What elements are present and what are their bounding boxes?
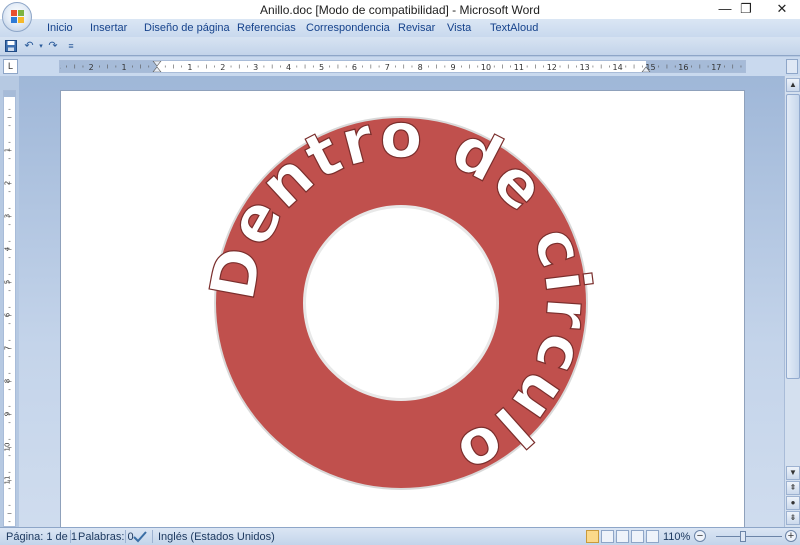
ruler-label: 3 [60,63,61,72]
horizontal-ruler-ticks: 3211234567891011121314151617 [60,61,742,72]
ruler-label: 9 [451,63,456,72]
vertical-scrollbar[interactable]: ▲ ▼ ⇞ ● ⇟ [784,76,800,527]
ruler-label: 7 [4,346,12,350]
office-logo-icon [11,10,25,24]
horizontal-ruler[interactable]: 3211234567891011121314151617 [59,60,746,73]
top-margin-region [4,91,15,97]
page-count[interactable]: Página: 1 de 1 [6,531,77,543]
document-page[interactable]: Dentro de circulo [60,90,745,530]
tab-revisar[interactable]: Revisar [398,22,435,34]
ruler-label: 8 [4,379,12,383]
horizontal-ruler-row: L 3211234567891011121314151617 [0,57,800,76]
draft-view-icon[interactable] [646,530,659,543]
ruler-label: 1 [122,63,127,72]
print-layout-view-icon[interactable] [586,530,599,543]
document-area: Dentro de circulo [19,76,784,530]
tab-textaloud[interactable]: TextAloud [490,22,538,34]
previous-page-icon[interactable]: ⇞ [786,481,800,495]
restore-button[interactable]: ❐ [728,0,764,19]
ruler-label: 10 [481,63,491,72]
title-bar: Anillo.doc [Modo de compatibilidad] - Mi… [0,0,800,19]
scroll-thumb[interactable] [786,94,800,379]
quick-access-toolbar: ↶ ▾ ↷ ≡ [0,37,800,56]
ruler-label: 14 [613,63,623,72]
proofing-icon[interactable] [133,531,147,545]
select-browse-object-icon[interactable]: ● [786,496,800,510]
ruler-label: 11 [514,63,524,72]
vertical-ruler-ticks: 1 2 3 4 5 6 7 8 9 10 11 [4,108,12,523]
ruler-label: 8 [418,63,423,72]
ruler-label: 2 [220,63,225,72]
ruler-label: 11 [4,476,12,485]
ruler-label: 7 [385,63,390,72]
redo-icon[interactable]: ↷ [46,40,60,53]
ruler-label: 13 [580,63,590,72]
tab-referencias[interactable]: Referencias [237,22,296,34]
tab-correspondencia[interactable]: Correspondencia [306,22,390,34]
full-screen-reading-view-icon[interactable] [601,530,614,543]
ruler-label: 4 [4,246,12,251]
next-page-icon[interactable]: ⇟ [786,511,800,525]
tab-insertar[interactable]: Insertar [90,22,127,34]
ruler-label: 12 [547,63,557,72]
ruler-label: 17 [711,63,721,72]
scroll-up-icon[interactable]: ▲ [786,78,800,92]
zoom-out-icon[interactable]: − [694,530,706,542]
close-button[interactable]: ✕ [764,0,800,19]
ruler-label: 16 [678,63,688,72]
view-ruler-button[interactable] [786,59,798,74]
ruler-label: 9 [4,412,12,416]
zoom-slider-thumb[interactable] [740,531,746,542]
web-layout-view-icon[interactable] [616,530,629,543]
tab-selector[interactable]: L [3,59,18,74]
office-button[interactable] [2,2,32,32]
scroll-down-icon[interactable]: ▼ [786,466,800,480]
tab-diseno-de-pagina[interactable]: Diseño de página [144,22,230,34]
ruler-label: 3 [4,214,12,218]
status-bar: Página: 1 de 1 Palabras: 0 Inglés (Estad… [0,527,800,545]
ruler-label: 6 [4,312,12,317]
ruler-label: 3 [253,63,258,72]
save-icon[interactable] [4,40,18,53]
zoom-in-icon[interactable]: + [785,530,797,542]
indent-marker-icon[interactable] [152,61,162,72]
tab-vista[interactable]: Vista [447,22,471,34]
language[interactable]: Inglés (Estados Unidos) [158,531,275,543]
ruler-label: 2 [89,63,94,72]
ribbon-tabs: Inicio Insertar Diseño de página Referen… [0,19,800,37]
ruler-label: 1 [4,148,12,152]
zoom-level[interactable]: 110% [663,531,690,543]
ruler-label: 5 [319,63,324,72]
customize-icon[interactable]: ≡ [64,40,78,53]
ring-inner-hole [306,208,496,398]
wordart-ring[interactable]: Dentro de circulo [206,108,596,498]
vertical-ruler[interactable]: 1 2 3 4 5 6 7 8 9 10 11 [3,90,16,527]
outline-view-icon[interactable] [631,530,644,543]
ruler-label: 10 [4,443,12,452]
ruler-label: 6 [352,63,357,72]
ruler-label: 4 [286,63,291,72]
ruler-label: 5 [4,280,12,284]
ruler-label: 2 [4,181,12,185]
window-title: Anillo.doc [Modo de compatibilidad] - Mi… [260,3,540,17]
tab-inicio[interactable]: Inicio [47,22,73,34]
zoom-slider-track[interactable] [716,536,782,537]
ruler-label: 1 [187,63,192,72]
